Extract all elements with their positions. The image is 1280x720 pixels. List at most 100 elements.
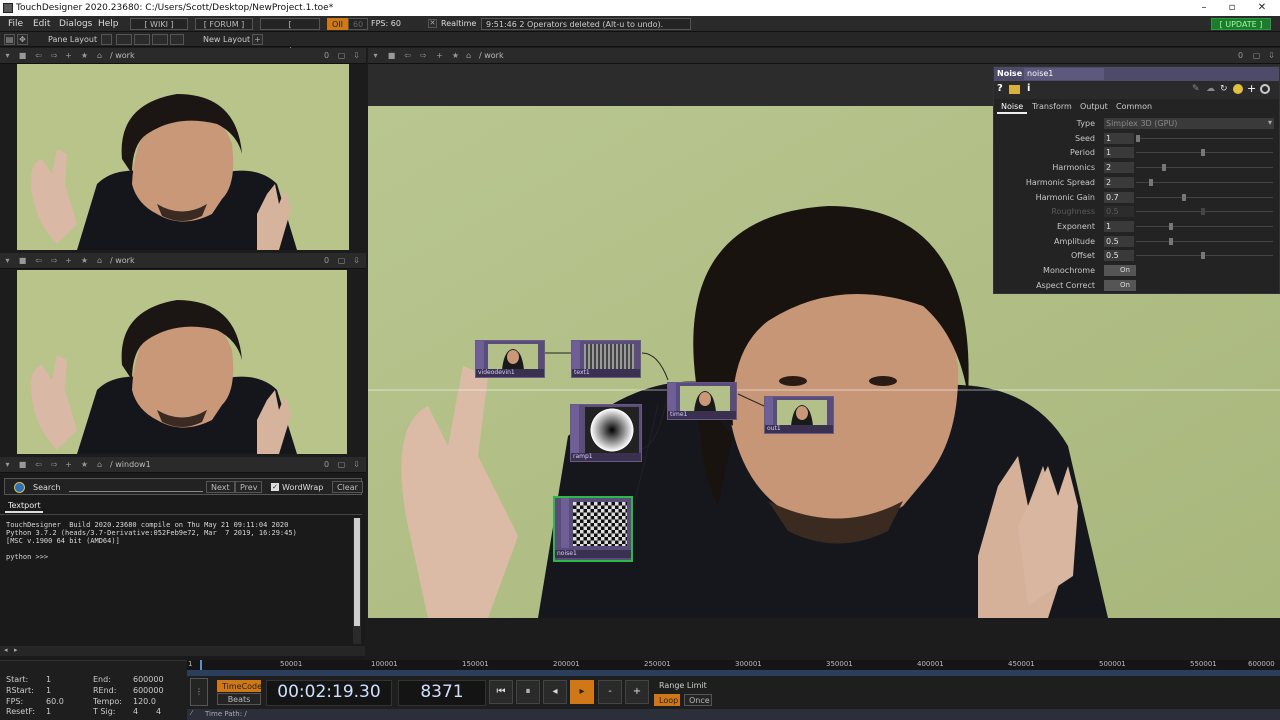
timeline-range-bar[interactable] bbox=[187, 670, 1280, 676]
oii-button[interactable]: OII bbox=[327, 18, 349, 30]
chevron-down-icon[interactable]: ▾ bbox=[3, 460, 12, 469]
python-logo-icon[interactable] bbox=[1233, 84, 1243, 94]
network-path[interactable]: / work bbox=[479, 51, 504, 60]
param-value-field[interactable]: 0.5 bbox=[1104, 206, 1134, 218]
tab-transform[interactable]: Transform bbox=[1032, 102, 1072, 111]
loop-toggle[interactable]: Loop bbox=[654, 694, 680, 706]
play-button[interactable]: ▸ bbox=[570, 680, 594, 704]
viewer1-image[interactable] bbox=[17, 64, 349, 250]
layout-preset-4[interactable] bbox=[152, 34, 168, 45]
next-button[interactable]: Next bbox=[206, 481, 235, 493]
minimize-button[interactable]: – bbox=[1190, 0, 1218, 16]
wordwrap-checkbox[interactable]: ✓ bbox=[271, 483, 279, 491]
maximize-pane-icon[interactable]: ▢ bbox=[1252, 51, 1261, 60]
star-icon[interactable]: ★ bbox=[80, 256, 89, 265]
rewind-button[interactable]: ⏮ bbox=[489, 680, 513, 704]
add-icon[interactable]: + bbox=[64, 460, 73, 469]
scroll-left-icon[interactable]: ◂ bbox=[4, 646, 8, 654]
menu-edit[interactable]: Edit bbox=[33, 16, 50, 32]
rend-value[interactable]: 600000 bbox=[133, 686, 164, 695]
add-param-icon[interactable]: + bbox=[1247, 82, 1256, 95]
forum-button[interactable]: [ FORUM ] bbox=[195, 18, 253, 30]
pin-icon[interactable]: ⇩ bbox=[352, 460, 361, 469]
pane-path[interactable]: / window1 bbox=[110, 460, 151, 469]
pane-path[interactable]: / work bbox=[110, 51, 135, 60]
home-icon[interactable]: ⌂ bbox=[95, 460, 104, 469]
playhead[interactable] bbox=[200, 660, 202, 670]
info-icon[interactable]: i bbox=[1027, 83, 1030, 94]
param-value-field[interactable]: 0.5 bbox=[1104, 235, 1134, 247]
timeline-options-button[interactable]: ⋮ bbox=[190, 678, 208, 706]
help-icon[interactable]: ? bbox=[997, 83, 1003, 94]
param-slider-track[interactable] bbox=[1136, 137, 1273, 139]
chevron-down-icon[interactable]: ▾ bbox=[371, 51, 380, 60]
tempo-value[interactable]: 120.0 bbox=[133, 697, 156, 706]
search-input[interactable] bbox=[69, 491, 203, 492]
add-icon[interactable]: + bbox=[64, 51, 73, 60]
param-toggle[interactable]: On bbox=[1104, 265, 1136, 276]
param-value-field[interactable]: 1 bbox=[1104, 147, 1134, 159]
node-videodevin[interactable]: videodevin1 bbox=[475, 340, 545, 378]
back-icon[interactable]: ⇦ bbox=[34, 460, 43, 469]
realtime-checkbox[interactable]: ✕ bbox=[428, 19, 437, 28]
end-value[interactable]: 600000 bbox=[133, 675, 164, 684]
viewer2-image[interactable] bbox=[17, 270, 347, 454]
maximize-pane-icon[interactable]: ▢ bbox=[337, 460, 346, 469]
back-icon[interactable]: ⇦ bbox=[403, 51, 412, 60]
frame-display[interactable]: 8371 bbox=[398, 680, 486, 706]
target-icon[interactable] bbox=[1260, 84, 1270, 94]
chevron-down-icon[interactable]: ▾ bbox=[1268, 118, 1272, 127]
step-plus-button[interactable]: + bbox=[625, 680, 649, 704]
update-button[interactable]: [ UPDATE ] bbox=[1211, 18, 1271, 30]
menu-help[interactable]: Help bbox=[98, 16, 119, 32]
home-icon[interactable]: ⌂ bbox=[95, 256, 104, 265]
stop-icon[interactable]: ■ bbox=[18, 460, 27, 469]
param-value-field[interactable]: 2 bbox=[1104, 176, 1134, 188]
op-name-field[interactable]: noise1 bbox=[1024, 68, 1104, 80]
layout-preset-1[interactable] bbox=[101, 34, 112, 45]
h-scrollbar[interactable]: ◂ ▸ bbox=[0, 646, 365, 656]
step-back-button[interactable]: ◂ bbox=[543, 680, 567, 704]
param-slider-handle[interactable] bbox=[1168, 237, 1173, 245]
add-icon[interactable]: + bbox=[64, 256, 73, 265]
layout-preset-3[interactable] bbox=[134, 34, 150, 45]
tab-common[interactable]: Common bbox=[1116, 102, 1152, 111]
tutorials-button[interactable]: [ TUTORIALS ] bbox=[260, 18, 320, 51]
param-slider-handle[interactable] bbox=[1181, 193, 1186, 201]
layout-icon[interactable]: ▤ bbox=[4, 34, 15, 45]
rstart-value[interactable]: 1 bbox=[46, 686, 51, 695]
tab-textport[interactable]: Textport bbox=[8, 501, 41, 510]
pane-path[interactable]: / work bbox=[110, 256, 135, 265]
param-value-field[interactable]: 0.7 bbox=[1104, 191, 1134, 203]
home-icon[interactable]: ⌂ bbox=[464, 51, 473, 60]
pause-button[interactable]: ⏸ bbox=[516, 680, 540, 704]
star-icon[interactable]: ★ bbox=[451, 51, 460, 60]
tab-output[interactable]: Output bbox=[1080, 102, 1108, 111]
back-icon[interactable]: ⇦ bbox=[34, 51, 43, 60]
tab-noise[interactable]: Noise bbox=[1001, 102, 1023, 111]
layout-preset-2[interactable] bbox=[116, 34, 132, 45]
toolkit-icon[interactable] bbox=[1009, 85, 1020, 94]
param-slider-track[interactable] bbox=[1136, 225, 1273, 227]
param-slider-track[interactable] bbox=[1136, 196, 1273, 198]
param-value-field[interactable]: 1 bbox=[1104, 220, 1134, 232]
param-slider-track[interactable] bbox=[1136, 181, 1273, 183]
comment-icon[interactable]: ☁ bbox=[1206, 84, 1215, 94]
once-toggle[interactable]: Once bbox=[684, 694, 712, 706]
back-icon[interactable]: ⇦ bbox=[34, 256, 43, 265]
param-slider-handle[interactable] bbox=[1168, 222, 1173, 230]
resetf-value[interactable]: 1 bbox=[46, 707, 51, 716]
param-slider-handle[interactable] bbox=[1162, 164, 1166, 172]
param-slider-handle[interactable] bbox=[1201, 149, 1205, 157]
maximize-pane-icon[interactable]: ▢ bbox=[337, 51, 346, 60]
param-toggle[interactable]: On bbox=[1104, 279, 1136, 291]
pin-icon[interactable]: ⇩ bbox=[1267, 51, 1276, 60]
prev-button[interactable]: Prev bbox=[235, 481, 263, 493]
node-noise[interactable]: noise1 bbox=[553, 496, 633, 562]
scrollbar-thumb[interactable] bbox=[354, 518, 360, 626]
maximize-button[interactable]: ▫ bbox=[1218, 0, 1246, 16]
stop-icon[interactable]: ■ bbox=[18, 256, 27, 265]
forward-icon[interactable]: ⇨ bbox=[50, 256, 59, 265]
add-layout-button[interactable]: + bbox=[252, 34, 263, 45]
step-minus-button[interactable]: - bbox=[598, 680, 622, 704]
